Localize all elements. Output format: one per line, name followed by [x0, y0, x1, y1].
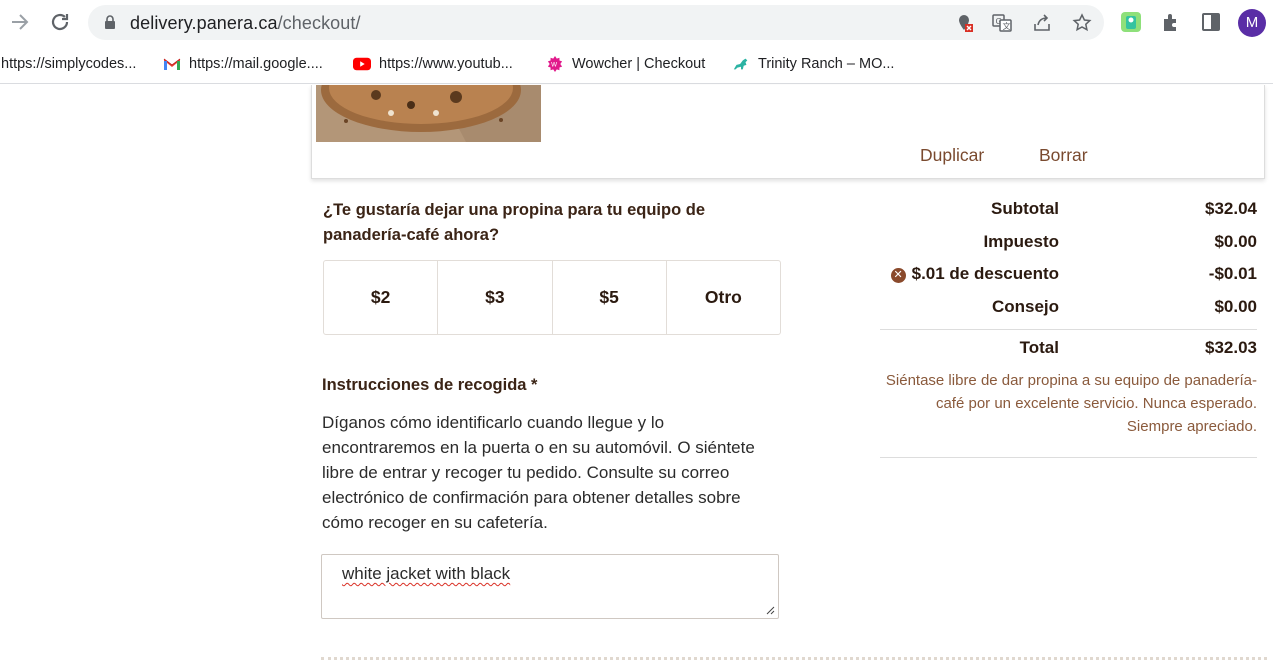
bookmark-star-icon[interactable]	[1072, 13, 1092, 33]
summary-bottom-divider	[880, 457, 1257, 458]
total-value: $32.03	[1205, 338, 1257, 357]
side-panel-icon[interactable]	[1200, 11, 1222, 33]
tip-option-3[interactable]: $3	[438, 261, 553, 334]
subtotal-value: $32.04	[1205, 199, 1257, 218]
bookmark-youtube[interactable]: https://www.youtub...	[353, 53, 513, 75]
pickup-instructions-textarea[interactable]: white jacket with black	[321, 554, 779, 619]
location-blocked-icon[interactable]	[954, 13, 974, 33]
bookmark-wowcher[interactable]: W Wowcher | Checkout	[546, 53, 705, 75]
extension-green-icon[interactable]	[1120, 11, 1142, 33]
horse-icon	[733, 58, 748, 70]
bookmark-label: Wowcher | Checkout	[572, 56, 706, 72]
bookmark-trinity-ranch[interactable]: Trinity Ranch – MO...	[732, 53, 894, 75]
wowcher-icon: W	[547, 56, 563, 73]
share-icon[interactable]	[1032, 13, 1052, 33]
subtotal-label: Subtotal	[991, 199, 1059, 218]
cookie-image	[316, 85, 541, 142]
tip-option-other[interactable]: Otro	[667, 261, 780, 334]
tip-appreciation-note: Siéntase libre de dar propina a su equip…	[885, 372, 1257, 435]
summary-tip-row: Consejo $0.00	[880, 297, 1257, 323]
tip-value: $0.00	[1214, 297, 1257, 316]
delete-button[interactable]: Borrar	[1039, 143, 1088, 167]
summary-subtotal-row: Subtotal $32.04	[880, 199, 1257, 225]
tip-label: Consejo	[991, 297, 1059, 316]
bookmark-gmail[interactable]: https://mail.google....	[163, 53, 323, 75]
svg-text:文: 文	[1003, 21, 1011, 31]
reload-icon[interactable]	[48, 10, 72, 34]
translate-icon[interactable]: G文	[992, 13, 1012, 33]
discount-value: -$0.01	[1208, 264, 1257, 283]
remove-discount-icon[interactable]: ✕	[890, 268, 906, 283]
tax-label: Impuesto	[983, 232, 1059, 251]
tip-options: $2 $3 $5 Otro	[323, 260, 781, 335]
tip-question: ¿Te gustaría dejar una propina para tu e…	[323, 201, 705, 244]
youtube-icon	[353, 57, 371, 71]
bookmark-simplycodes[interactable]: https://simplycodes...	[1, 53, 136, 75]
pickup-instructions-description: Díganos cómo identificarlo cuando llegue…	[322, 413, 755, 532]
tip-option-2[interactable]: $2	[324, 261, 439, 334]
summary-total-row: Total $32.03	[880, 338, 1257, 364]
discount-label-wrap: ✕ $.01 de descuento	[890, 264, 1059, 284]
extensions-puzzle-icon[interactable]	[1160, 11, 1182, 33]
cart-item-card: Duplicar Borrar	[311, 85, 1265, 179]
url-text[interactable]: delivery.panera.ca/checkout/	[130, 12, 361, 34]
summary-discount-row: ✕ $.01 de descuento -$0.01	[880, 264, 1257, 290]
summary-divider	[880, 329, 1257, 330]
svg-text:W: W	[551, 62, 557, 69]
tax-value: $0.00	[1214, 232, 1257, 251]
bookmarks-bar: https://simplycodes... https://mail.goog…	[0, 46, 1273, 84]
summary-tax-row: Impuesto $0.00	[880, 232, 1257, 258]
bookmark-label: https://www.youtub...	[379, 56, 513, 72]
address-bar[interactable]: delivery.panera.ca/checkout/ G文	[88, 5, 1104, 40]
resize-grip-icon[interactable]	[766, 606, 775, 615]
browser-toolbar: delivery.panera.ca/checkout/ G文 M	[0, 0, 1273, 46]
duplicate-button[interactable]: Duplicar	[920, 143, 984, 167]
section-divider	[321, 657, 1267, 660]
tip-option-5[interactable]: $5	[553, 261, 667, 334]
bookmark-label: Trinity Ranch – MO...	[758, 56, 895, 72]
discount-label: $.01 de descuento	[911, 264, 1059, 283]
gmail-icon	[163, 58, 181, 71]
bookmark-label: https://simplycodes...	[1, 56, 137, 72]
pickup-instructions-title: Instrucciones de recogida *	[322, 376, 538, 394]
lock-icon[interactable]	[104, 15, 116, 29]
profile-avatar[interactable]: M	[1238, 9, 1266, 37]
pickup-instructions-value: white jacket with black	[342, 564, 511, 583]
forward-icon[interactable]	[8, 10, 32, 34]
bookmark-label: https://mail.google....	[189, 56, 323, 72]
total-label: Total	[1019, 338, 1059, 357]
